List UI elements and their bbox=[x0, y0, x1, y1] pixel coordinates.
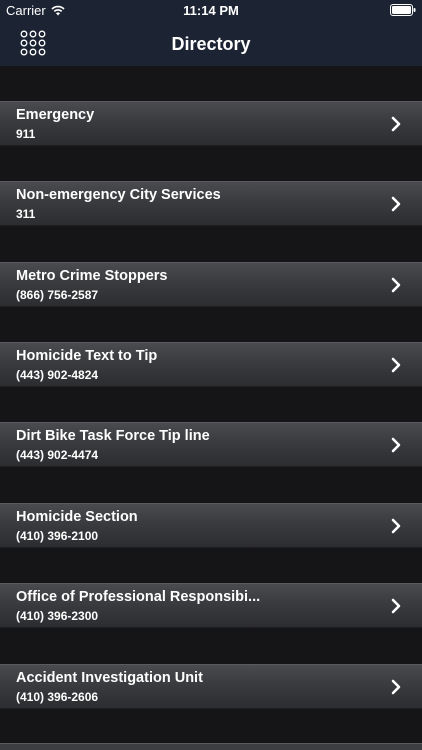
chevron-right-icon bbox=[391, 679, 401, 695]
item-title: Accident Investigation Unit bbox=[16, 670, 203, 686]
directory-item-city-services[interactable]: Non-emergency City Services 311 bbox=[0, 181, 422, 226]
chevron-right-icon bbox=[391, 437, 401, 453]
item-phone: 311 bbox=[16, 207, 36, 221]
item-phone: (410) 396-2606 bbox=[16, 690, 99, 704]
item-phone: (410) 396-2300 bbox=[16, 609, 99, 623]
chevron-right-icon bbox=[391, 518, 401, 534]
item-phone: 911 bbox=[16, 127, 36, 141]
directory-item-accident-investigation[interactable]: Accident Investigation Unit (410) 396-26… bbox=[0, 664, 422, 709]
page-title: Directory bbox=[171, 34, 251, 54]
chevron-right-icon bbox=[391, 598, 401, 614]
chevron-right-icon bbox=[391, 116, 401, 132]
item-phone: (410) 396-2100 bbox=[16, 529, 99, 543]
chevron-right-icon bbox=[391, 196, 401, 212]
list-item-partial[interactable] bbox=[0, 743, 422, 750]
clock: 11:14 PM bbox=[183, 3, 239, 18]
directory-item-crime-stoppers[interactable]: Metro Crime Stoppers (866) 756-2587 bbox=[0, 262, 422, 307]
item-phone: (443) 902-4474 bbox=[16, 448, 99, 462]
item-phone: (443) 902-4824 bbox=[16, 368, 99, 382]
chevron-right-icon bbox=[391, 277, 401, 293]
navigation-bar: Directory bbox=[0, 22, 422, 66]
item-title: Non-emergency City Services bbox=[16, 187, 221, 203]
status-bar: Carrier 11:14 PM bbox=[0, 0, 422, 22]
directory-item-dirt-bike[interactable]: Dirt Bike Task Force Tip line (443) 902-… bbox=[0, 422, 422, 467]
item-title: Dirt Bike Task Force Tip line bbox=[16, 428, 210, 444]
directory-item-homicide-text[interactable]: Homicide Text to Tip (443) 902-4824 bbox=[0, 342, 422, 387]
item-title: Homicide Text to Tip bbox=[16, 348, 158, 364]
directory-item-emergency[interactable]: Emergency 911 bbox=[0, 101, 422, 146]
directory-item-professional-responsibility[interactable]: Office of Professional Responsibi... (41… bbox=[0, 583, 422, 628]
item-title: Metro Crime Stoppers bbox=[16, 268, 168, 284]
item-title: Homicide Section bbox=[16, 509, 138, 525]
item-title: Emergency bbox=[16, 107, 95, 123]
item-phone: (866) 756-2587 bbox=[16, 288, 99, 302]
battery-icon bbox=[390, 4, 416, 19]
directory-item-homicide-section[interactable]: Homicide Section (410) 396-2100 bbox=[0, 503, 422, 548]
chevron-right-icon bbox=[391, 357, 401, 373]
item-title: Office of Professional Responsibi... bbox=[16, 589, 261, 605]
